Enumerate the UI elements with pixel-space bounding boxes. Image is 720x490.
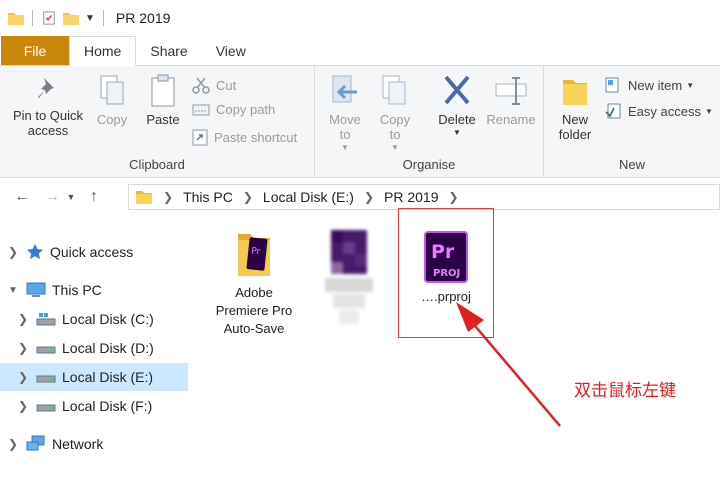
tab-file[interactable]: File bbox=[1, 36, 69, 65]
clipboard-group-label: Clipboard bbox=[129, 157, 185, 172]
window-title: PR 2019 bbox=[115, 10, 171, 26]
new-group: New folder New item ▼ Easy access ▼ New bbox=[544, 66, 720, 178]
breadcrumb-local-disk-e[interactable]: Local Disk (E:) bbox=[263, 189, 354, 205]
pin-to-quick-access-button[interactable]: Pin to Quick access bbox=[6, 74, 90, 138]
system-drive-icon bbox=[36, 313, 56, 326]
chevron-right-icon[interactable]: ❯ bbox=[16, 370, 30, 384]
arrow-left-icon: ← bbox=[14, 188, 30, 205]
svg-text:Pr: Pr bbox=[251, 246, 261, 257]
arrow-up-icon: ↑ bbox=[90, 188, 98, 205]
scissors-icon bbox=[192, 77, 210, 94]
up-button[interactable]: ↑ bbox=[82, 185, 106, 209]
rename-icon bbox=[495, 77, 527, 105]
annotation-text: 双击鼠标左键 bbox=[574, 381, 676, 401]
star-icon bbox=[27, 244, 43, 259]
drive-icon bbox=[36, 404, 56, 412]
paste-icon bbox=[151, 74, 175, 107]
sidebar-item-local-disk-d[interactable]: ❯ Local Disk (D:) bbox=[0, 334, 188, 362]
new-item-button[interactable]: New item ▼ bbox=[604, 76, 694, 94]
paste-button[interactable]: Paste bbox=[140, 74, 186, 127]
address-bar[interactable]: ❯ This PC ❯ Local Disk (E:) ❯ PR 2019 ❯ bbox=[128, 184, 720, 210]
back-button[interactable]: ← bbox=[10, 185, 34, 209]
breadcrumb-this-pc[interactable]: This PC bbox=[183, 189, 233, 205]
toolbar-separator bbox=[102, 10, 104, 26]
network-icon bbox=[26, 435, 45, 451]
rename-button[interactable]: Rename bbox=[483, 74, 539, 127]
new-folder-icon bbox=[563, 80, 587, 105]
tab-share[interactable]: Share bbox=[136, 36, 201, 65]
breadcrumb-separator[interactable]: ❯ bbox=[243, 190, 253, 204]
sidebar-item-this-pc[interactable]: ▼ This PC bbox=[0, 276, 188, 304]
folder-item[interactable]: Pr Adobe Premiere Pro Auto-Save bbox=[212, 228, 296, 338]
toolbar-separator bbox=[32, 10, 33, 26]
drive-icon bbox=[36, 375, 56, 383]
sidebar-item-network[interactable]: ❯ Network bbox=[0, 430, 188, 458]
drive-icon bbox=[36, 346, 56, 354]
breadcrumb-pr-2019[interactable]: PR 2019 bbox=[384, 189, 438, 205]
file-name: Adobe Premiere Pro Auto-Save bbox=[215, 285, 293, 336]
cut-button[interactable]: Cut bbox=[192, 76, 236, 94]
organise-group-label: Organise bbox=[402, 157, 456, 172]
sidebar-item-local-disk-c[interactable]: ❯ Local Disk (C:) bbox=[0, 305, 188, 333]
blurred-image-icon bbox=[325, 230, 373, 324]
move-to-icon bbox=[332, 75, 357, 103]
copy-to-button[interactable]: Copy to ▼ bbox=[373, 74, 417, 155]
tab-home[interactable]: Home bbox=[69, 36, 137, 66]
breadcrumb-separator: ❯ bbox=[163, 190, 174, 204]
image-file-item[interactable] bbox=[312, 228, 386, 326]
delete-button[interactable]: Delete ▼ bbox=[431, 74, 483, 140]
sidebar-item-quick-access[interactable]: ❯ Quick access bbox=[0, 238, 188, 266]
title-bar: ▼ PR 2019 bbox=[0, 0, 720, 36]
file-list: Pr Adobe Premiere Pro Auto-Save Pr PROJ … bbox=[190, 208, 720, 490]
move-to-button[interactable]: Move to ▼ bbox=[323, 74, 367, 155]
pin-icon bbox=[38, 78, 54, 98]
clipboard-group: Pin to Quick access Copy Paste Cut Copy … bbox=[0, 66, 315, 178]
copy-path-icon bbox=[192, 104, 210, 115]
easy-access-icon bbox=[605, 103, 621, 119]
easy-access-button[interactable]: Easy access ▼ bbox=[604, 102, 713, 120]
arrow-annotation-icon bbox=[456, 302, 561, 427]
navigation-pane: ❯ Quick access ▼ This PC ❯ Local Disk (C… bbox=[0, 230, 190, 490]
organise-group: Move to ▼ Copy to ▼ Delete ▼ Rename Orga… bbox=[315, 66, 544, 178]
copy-to-icon bbox=[382, 75, 406, 105]
chevron-right-icon[interactable]: ❯ bbox=[16, 399, 30, 413]
new-folder-button[interactable]: New folder bbox=[550, 74, 600, 142]
navigation-bar: ← → ▼ ↑ ❯ This PC ❯ Local Disk (E:) ❯ PR… bbox=[0, 182, 720, 212]
new-folder-icon[interactable] bbox=[63, 11, 79, 25]
folder-icon bbox=[136, 191, 152, 204]
forward-button[interactable]: → bbox=[40, 185, 64, 209]
chevron-right-icon[interactable]: ❯ bbox=[16, 341, 30, 355]
copy-icon bbox=[100, 75, 124, 105]
chevron-right-icon[interactable]: ❯ bbox=[6, 245, 20, 259]
computer-icon bbox=[26, 282, 46, 297]
chevron-right-icon[interactable]: ❯ bbox=[16, 312, 30, 326]
copy-path-button[interactable]: Copy path bbox=[192, 102, 275, 117]
chevron-right-icon[interactable]: ❯ bbox=[6, 437, 20, 451]
new-item-icon bbox=[605, 77, 619, 93]
arrow-right-icon: → bbox=[44, 188, 60, 205]
sidebar-item-local-disk-e[interactable]: ❯ Local Disk (E:) bbox=[0, 363, 188, 391]
properties-icon[interactable] bbox=[41, 11, 57, 25]
delete-icon bbox=[444, 75, 470, 105]
new-group-label: New bbox=[618, 157, 645, 172]
breadcrumb-separator[interactable]: ❯ bbox=[364, 190, 374, 204]
ribbon-tabs: File Home Share View bbox=[0, 36, 720, 66]
copy-button[interactable]: Copy bbox=[90, 74, 134, 127]
tab-view[interactable]: View bbox=[202, 36, 260, 65]
chevron-down-icon: ▼ bbox=[66, 192, 76, 202]
paste-shortcut-button[interactable]: Paste shortcut bbox=[192, 128, 297, 146]
ribbon: Pin to Quick access Copy Paste Cut Copy … bbox=[0, 66, 720, 178]
premiere-folder-icon: Pr bbox=[238, 234, 270, 276]
chevron-down-icon[interactable]: ▼ bbox=[6, 285, 20, 296]
paste-shortcut-icon bbox=[192, 129, 208, 146]
recent-locations-button[interactable]: ▼ bbox=[64, 185, 78, 209]
customize-quick-access-icon[interactable]: ▼ bbox=[85, 13, 95, 24]
breadcrumb-separator[interactable]: ❯ bbox=[449, 190, 459, 204]
folder-icon bbox=[8, 13, 24, 25]
sidebar-item-local-disk-f[interactable]: ❯ Local Disk (F:) bbox=[0, 392, 188, 420]
